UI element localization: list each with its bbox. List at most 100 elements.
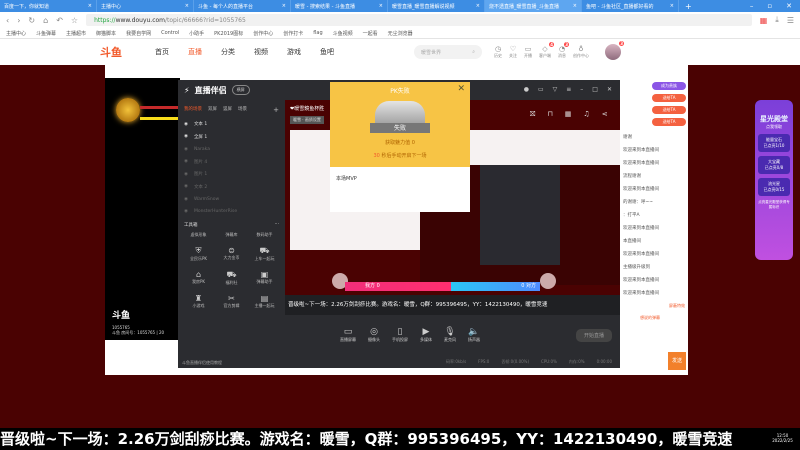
gift-icon[interactable]: ⛝: [530, 110, 535, 119]
more-icon[interactable]: ⋯: [275, 222, 280, 228]
layer-item[interactable]: ◉ 图片 4: [178, 156, 285, 169]
home-icon[interactable]: ⌂: [43, 16, 48, 25]
history-button[interactable]: ◷ 历史: [494, 45, 502, 59]
maximize-icon[interactable]: □: [592, 86, 598, 93]
nav-games[interactable]: 游戏: [287, 47, 301, 57]
bookmark[interactable]: 斗鱼弹幕: [36, 30, 56, 37]
chat-icon[interactable]: ▭: [538, 86, 544, 93]
tool-item[interactable]: 虚拟形象: [182, 232, 215, 238]
layer-item[interactable]: ◉ 文本 2: [178, 181, 285, 194]
bookmark[interactable]: 无尘浏览器: [388, 30, 413, 37]
browser-tab[interactable]: 百度一下，你就知道 ×: [0, 0, 97, 12]
tool-item[interactable]: ✂ 官方剪辑: [215, 294, 248, 309]
mic-button[interactable]: 🎙 麦克风: [444, 327, 456, 343]
tool-item[interactable]: ⛟ 福利社: [215, 270, 248, 286]
close-icon[interactable]: ×: [476, 3, 480, 9]
tool-item[interactable]: ⛟ 上车一起玩: [248, 246, 281, 262]
bookmark[interactable]: 创作中心: [253, 30, 273, 37]
star-icon[interactable]: ☆: [71, 16, 78, 25]
eye-icon[interactable]: ◉: [184, 209, 188, 214]
layer-item[interactable]: ◉ 文本 1: [178, 118, 285, 131]
gift-button[interactable]: 送给TA: [652, 94, 686, 102]
tool-item[interactable]: 弹幕库: [215, 232, 248, 238]
tool-item[interactable]: ⌂ 我房PK: [182, 270, 215, 286]
bookmark[interactable]: Control: [161, 30, 179, 36]
nav-category[interactable]: 分类: [221, 47, 235, 57]
bell-icon[interactable]: ♫: [583, 110, 589, 119]
search-icon[interactable]: ⌕: [472, 49, 475, 55]
bookmark[interactable]: 斗鱼视频: [333, 30, 353, 37]
url-input[interactable]: https://www.douyu.com/topic/66666?rid=10…: [86, 14, 752, 26]
bookmark[interactable]: flag: [313, 30, 322, 36]
tool-item[interactable]: ▣ 弹幕助手: [248, 270, 281, 286]
gift-button[interactable]: 送给TA: [652, 118, 686, 126]
scene-tab[interactable]: 场景: [238, 106, 247, 114]
start-live-button[interactable]: 开始直播: [575, 328, 612, 342]
skin-icon[interactable]: ▽: [553, 86, 558, 93]
eye-icon[interactable]: ◉: [184, 159, 188, 164]
eye-icon[interactable]: ◉: [184, 122, 188, 127]
layer-item[interactable]: ◉ Naraka: [178, 143, 285, 156]
menu-icon[interactable]: ☰: [787, 16, 794, 25]
tool-item[interactable]: 数码助手: [248, 232, 281, 238]
minimize-icon[interactable]: –: [580, 86, 583, 93]
tool-item[interactable]: ⛨ 全民乐PK: [182, 246, 215, 262]
follow-button[interactable]: ♡ 关注: [509, 45, 517, 59]
browser-tab-active[interactable]: 烧不透直播_暖雪直播_斗鱼直播 ×: [485, 0, 582, 12]
gift-button[interactable]: 送给TA: [652, 106, 686, 114]
bookmark[interactable]: 我要自学网: [126, 30, 151, 37]
phone-cast-button[interactable]: ▯ 手机投屏: [392, 327, 408, 343]
nav-home[interactable]: 首页: [155, 47, 169, 57]
bookmark[interactable]: 一起看: [363, 30, 378, 37]
bookmark[interactable]: 主播中心: [6, 30, 26, 37]
close-icon[interactable]: ✕: [607, 86, 612, 93]
menu-icon[interactable]: ≡: [566, 86, 571, 93]
apps-icon[interactable]: ▦: [760, 16, 768, 25]
undo-icon[interactable]: ↶: [56, 16, 63, 25]
scene-tab[interactable]: 双屏: [208, 106, 217, 114]
scene-tab[interactable]: 我的场景: [184, 106, 202, 114]
share-icon[interactable]: ⋖: [602, 110, 608, 119]
reload-icon[interactable]: ↻: [28, 16, 35, 25]
new-tab-button[interactable]: +: [679, 2, 692, 11]
browser-tab[interactable]: 斗鱼 - 每个人的直播平台 ×: [194, 0, 291, 12]
tool-item[interactable]: ⊜ 大力金币: [215, 246, 248, 262]
douyu-logo[interactable]: 斗鱼: [100, 44, 130, 60]
eye-icon[interactable]: ◉: [184, 184, 188, 189]
close-icon[interactable]: ×: [88, 3, 92, 9]
lock-icon[interactable]: ⊓: [547, 110, 552, 119]
speaker-button[interactable]: 🔈 扬声器: [468, 327, 480, 343]
preview-tag[interactable]: 暖雪 · 画质设置: [290, 116, 324, 124]
messages-button[interactable]: ◔ 消息 3: [558, 42, 569, 59]
close-icon[interactable]: ×: [185, 3, 189, 9]
become-noble-button[interactable]: 成为贵族: [652, 82, 686, 90]
eye-icon[interactable]: ◉: [184, 147, 188, 152]
close-icon[interactable]: ×: [573, 3, 577, 9]
layer-item[interactable]: ◉ WarmSnow: [178, 193, 285, 206]
browser-tab[interactable]: 暖雪直播_暖雪直播解说视频 ×: [388, 0, 485, 12]
bookmark[interactable]: 创作打卡: [283, 30, 303, 37]
download-icon[interactable]: ⤓: [775, 15, 779, 25]
mode-toggle[interactable]: 横屏: [231, 85, 250, 95]
close-window-icon[interactable]: ✕: [786, 2, 792, 10]
close-icon[interactable]: ×: [282, 3, 286, 9]
scene-tab[interactable]: 竖屏: [223, 106, 232, 114]
browser-tab[interactable]: 鱼吧 - 斗鱼社区_直播都好看的 ×: [582, 0, 679, 12]
layer-item[interactable]: ◉ MonsterHunterRise: [178, 206, 285, 219]
eye-icon[interactable]: ◉: [184, 134, 188, 139]
camera-button[interactable]: ◎ 摄像头: [368, 327, 380, 343]
user-avatar[interactable]: 3: [605, 41, 624, 60]
add-scene-icon[interactable]: +: [273, 106, 279, 114]
layout-icon[interactable]: ▦: [565, 110, 572, 119]
client-button[interactable]: ◇ 客户端 4: [539, 42, 554, 59]
media-button[interactable]: ▶ 多媒体: [420, 327, 432, 343]
screen-capture-button[interactable]: ▭ 直播屏幕: [340, 327, 356, 343]
close-icon[interactable]: ✕: [457, 84, 465, 94]
browser-tab[interactable]: 主播中心 ×: [97, 0, 194, 12]
tutorial-link[interactable]: 斗鱼直播伴侣使用教程: [182, 360, 222, 366]
bookmark[interactable]: 御猫脚本: [96, 30, 116, 37]
back-icon[interactable]: ‹: [6, 16, 9, 25]
bookmark[interactable]: PK2019图标: [214, 30, 243, 37]
close-icon[interactable]: ×: [670, 3, 674, 9]
star-palace-widget[interactable]: 星光殿堂 点我领取 能量宝石 已点亮1/10 大宝藏 已点亮0/8 流光星 已点亮0/…: [755, 100, 793, 260]
